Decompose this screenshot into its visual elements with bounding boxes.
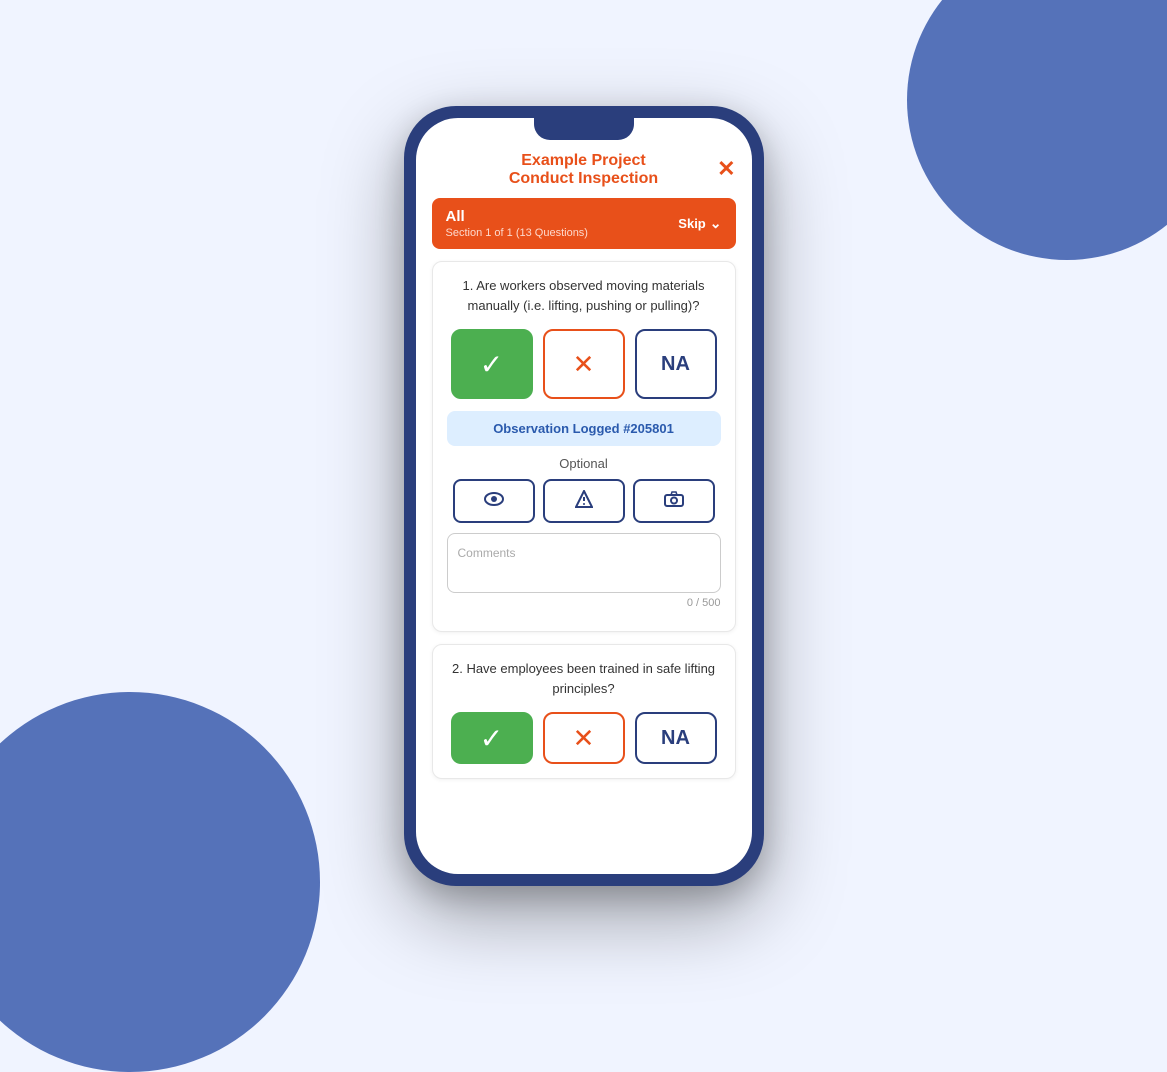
alert-icon — [575, 490, 593, 513]
eye-icon — [484, 491, 504, 511]
question-2-card: 2. Have employees been trained in safe l… — [432, 644, 736, 779]
bg-shape-bottom-left — [0, 692, 320, 1072]
yes-button-1[interactable]: ✓ — [451, 329, 533, 399]
checkmark-icon: ✓ — [480, 348, 503, 381]
phone-frame: Example Project Conduct Inspection ✕ All… — [404, 106, 764, 886]
comments-area[interactable]: Comments — [447, 533, 721, 593]
cross-icon-2: ✕ — [573, 723, 595, 754]
chevron-down-icon: ⌄ — [710, 215, 722, 232]
char-count: 0 / 500 — [447, 597, 721, 609]
question-1-text: 1. Are workers observed moving materials… — [447, 276, 721, 315]
question-1-card: 1. Are workers observed moving materials… — [432, 261, 736, 632]
optional-label: Optional — [447, 456, 721, 471]
answer-row-2: ✓ ✕ NA — [447, 712, 721, 764]
section-info: All Section 1 of 1 (13 Questions) — [446, 208, 588, 239]
phone-screen: Example Project Conduct Inspection ✕ All… — [416, 118, 752, 874]
app-header: Example Project Conduct Inspection ✕ — [416, 140, 752, 198]
camera-icon — [664, 491, 684, 512]
action-row — [447, 479, 721, 523]
eye-button[interactable] — [453, 479, 535, 523]
phone-notch — [534, 118, 634, 140]
yes-button-2[interactable]: ✓ — [451, 712, 533, 764]
answer-row-1: ✓ ✕ NA — [447, 329, 721, 399]
alert-button[interactable] — [543, 479, 625, 523]
no-button-1[interactable]: ✕ — [543, 329, 625, 399]
no-button-2[interactable]: ✕ — [543, 712, 625, 764]
comments-placeholder: Comments — [458, 546, 516, 560]
question-2-text: 2. Have employees been trained in safe l… — [447, 659, 721, 698]
section-skip-button[interactable]: Skip ⌄ — [678, 215, 721, 232]
skip-label: Skip — [678, 216, 705, 231]
scroll-content: 1. Are workers observed moving materials… — [416, 249, 752, 874]
inspection-title: Conduct Inspection — [436, 170, 732, 188]
checkmark-icon-2: ✓ — [480, 722, 503, 755]
na-label-1: NA — [661, 353, 690, 376]
na-label-2: NA — [661, 727, 690, 750]
bg-shape-top-right — [907, 0, 1167, 260]
section-subtitle: Section 1 of 1 (13 Questions) — [446, 227, 588, 239]
observation-logged: Observation Logged #205801 — [447, 411, 721, 446]
close-button[interactable]: ✕ — [717, 156, 735, 182]
section-name: All — [446, 208, 588, 225]
na-button-1[interactable]: NA — [635, 329, 717, 399]
project-title: Example Project — [436, 152, 732, 170]
section-bar: All Section 1 of 1 (13 Questions) Skip ⌄ — [432, 198, 736, 249]
cross-icon: ✕ — [573, 349, 595, 380]
na-button-2[interactable]: NA — [635, 712, 717, 764]
camera-button[interactable] — [633, 479, 715, 523]
